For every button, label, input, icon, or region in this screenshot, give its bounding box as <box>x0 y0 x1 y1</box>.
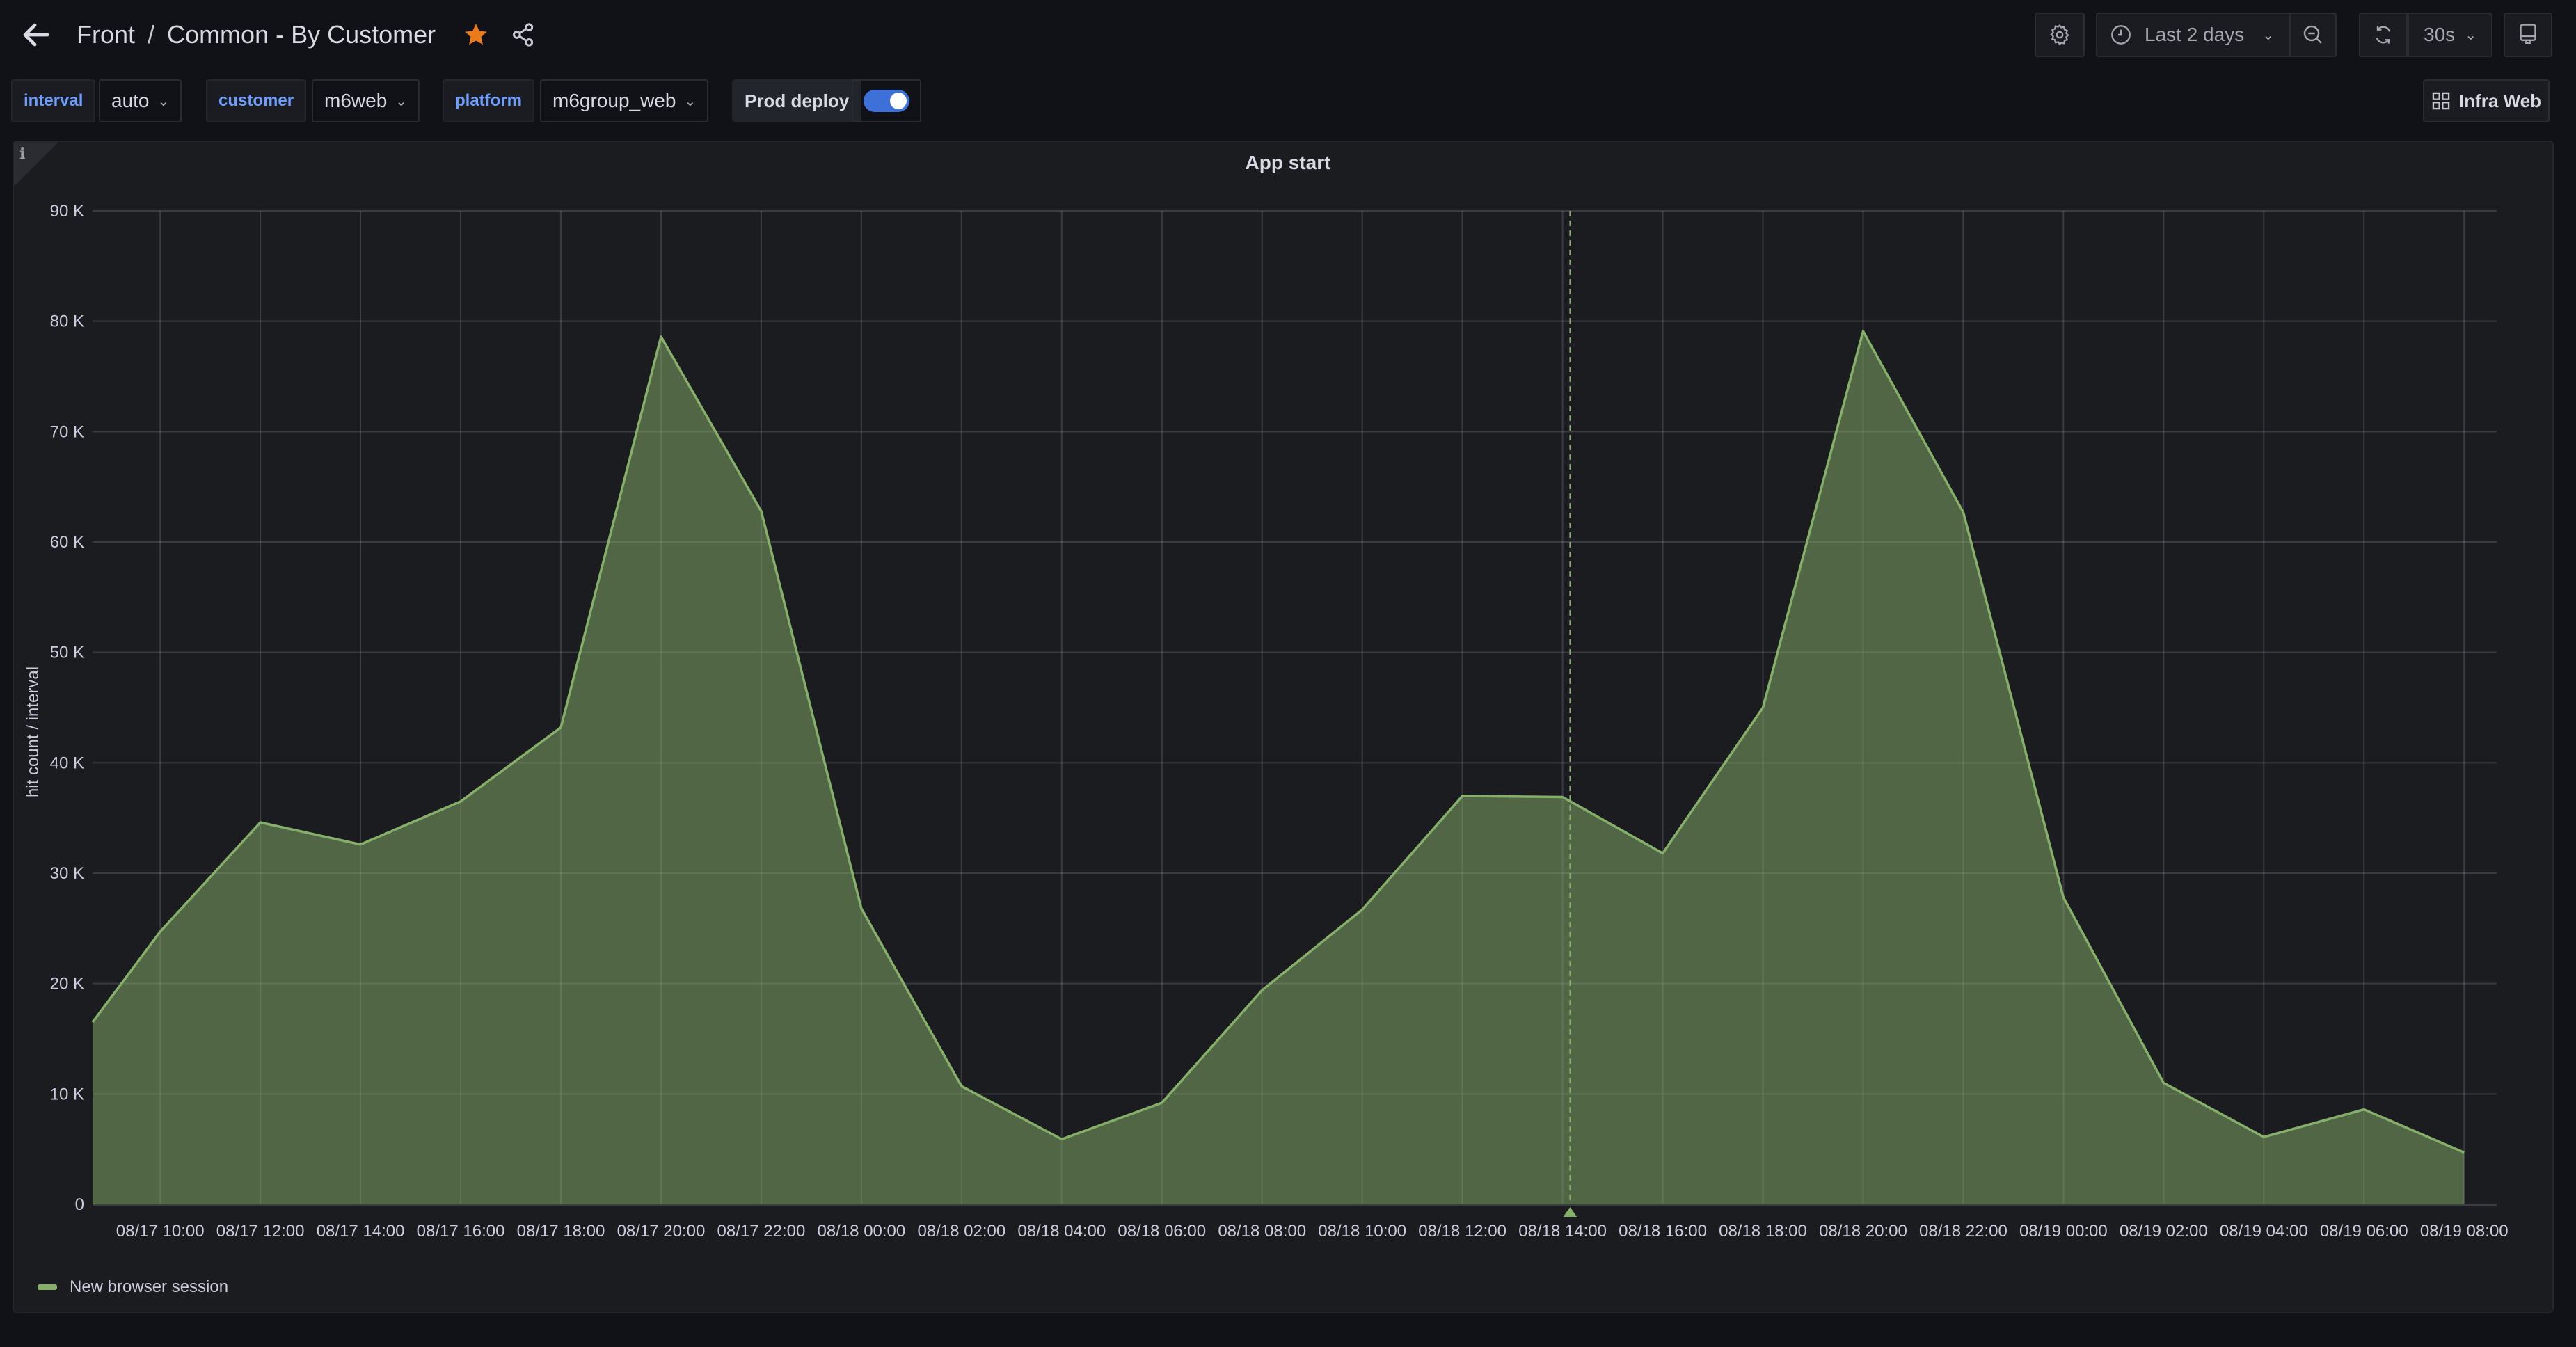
x-tick-label: 08/17 22:00 <box>717 1222 806 1241</box>
x-tick-label: 08/18 14:00 <box>1518 1222 1607 1241</box>
x-tick-label: 08/18 10:00 <box>1318 1222 1406 1241</box>
x-tick-label: 08/18 12:00 <box>1418 1222 1506 1241</box>
x-tick-label: 08/18 00:00 <box>817 1222 905 1241</box>
x-tick-label: 08/19 02:00 <box>2120 1222 2208 1241</box>
y-tick-label: 0 <box>75 1195 84 1214</box>
legend-label: New browser session <box>70 1277 229 1296</box>
x-tick-labels: 08/17 10:00 08/17 12:00 08/17 14:00 08/17 1… <box>116 1222 2509 1241</box>
x-tick-label: 08/17 20:00 <box>617 1222 706 1241</box>
legend-item[interactable]: New browser session <box>38 1277 228 1297</box>
y-tick-label: 90 K <box>50 202 84 221</box>
y-tick-label: 70 K <box>50 422 84 441</box>
x-tick-label: 08/17 18:00 <box>517 1222 605 1241</box>
area-chart[interactable]: 0 10 K 20 K 30 K 40 K 50 K 60 K 70 K 80 K 90 K 08… <box>0 0 2576 1347</box>
x-tick-label: 08/19 06:00 <box>2320 1222 2408 1241</box>
x-tick-label: 08/17 12:00 <box>216 1222 305 1241</box>
series-area-fill <box>93 330 2465 1204</box>
x-tick-label: 08/19 04:00 <box>2220 1222 2308 1241</box>
y-tick-label: 10 K <box>50 1085 84 1103</box>
y-tick-label: 30 K <box>50 864 84 883</box>
y-tick-label: 50 K <box>50 644 84 662</box>
x-tick-label: 08/19 00:00 <box>2019 1222 2108 1241</box>
x-tick-label: 08/18 16:00 <box>1619 1222 1707 1241</box>
annotation-marker[interactable] <box>1563 1207 1577 1217</box>
x-tick-label: 08/18 22:00 <box>1919 1222 2007 1241</box>
y-tick-label: 20 K <box>50 975 84 994</box>
y-tick-labels: 0 10 K 20 K 30 K 40 K 50 K 60 K 70 K 80 K 90 K <box>50 202 84 1214</box>
x-tick-label: 08/17 16:00 <box>417 1222 505 1241</box>
x-tick-label: 08/18 06:00 <box>1118 1222 1206 1241</box>
y-tick-label: 60 K <box>50 533 84 552</box>
y-tick-label: 40 K <box>50 754 84 772</box>
x-tick-label: 08/18 20:00 <box>1819 1222 1907 1241</box>
x-tick-label: 08/18 04:00 <box>1017 1222 1106 1241</box>
x-tick-label: 08/18 02:00 <box>917 1222 1005 1241</box>
legend-swatch <box>38 1284 57 1290</box>
x-tick-label: 08/18 08:00 <box>1218 1222 1306 1241</box>
x-tick-label: 08/18 18:00 <box>1719 1222 1807 1241</box>
x-tick-label: 08/19 08:00 <box>2420 1222 2509 1241</box>
y-tick-label: 80 K <box>50 312 84 331</box>
series-layer <box>91 330 2465 1204</box>
x-tick-label: 08/17 10:00 <box>116 1222 205 1241</box>
x-tick-label: 08/17 14:00 <box>317 1222 405 1241</box>
